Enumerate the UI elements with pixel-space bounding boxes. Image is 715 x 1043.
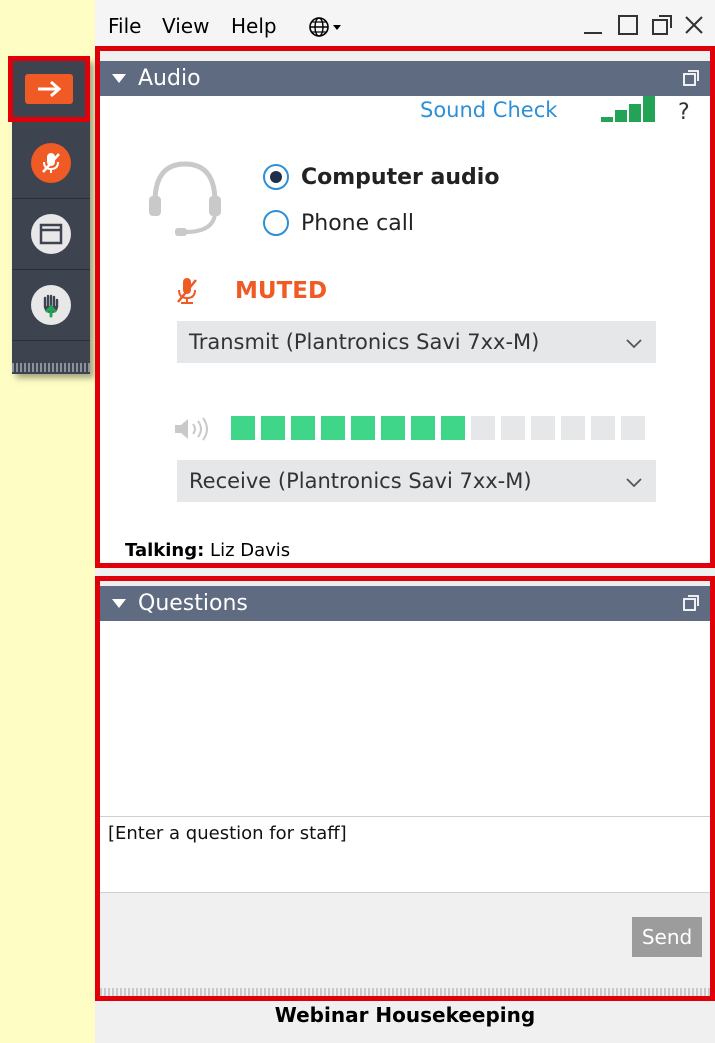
raise-hand-icon (31, 285, 71, 325)
window-icon (31, 214, 71, 254)
chevron-down-icon (626, 472, 642, 488)
menu-bar: File View Help (95, 0, 715, 46)
level-segment (381, 416, 405, 440)
level-segment (441, 416, 465, 440)
pop-out-icon[interactable] (651, 14, 673, 42)
audio-panel-title: Audio (138, 66, 201, 91)
muted-mic-icon (31, 143, 71, 183)
chevron-down-icon (626, 333, 642, 349)
mic-toggle-button[interactable] (12, 128, 90, 199)
control-panel-window: File View Help Audio Sound Check ? Compu… (95, 0, 715, 1043)
speaker-icon[interactable] (173, 416, 211, 446)
menu-file[interactable]: File (108, 14, 141, 38)
muted-mic-icon[interactable] (175, 276, 199, 310)
level-segment (471, 416, 495, 440)
transmit-device-value: Transmit (Plantronics Savi 7xx-M) (189, 330, 540, 354)
collapse-triangle-icon[interactable] (112, 74, 126, 83)
question-input-placeholder: [Enter a question for staff] (108, 823, 347, 844)
maximize-icon[interactable] (617, 14, 639, 42)
level-segment (531, 416, 555, 440)
receive-device-value: Receive (Plantronics Savi 7xx-M) (189, 469, 532, 493)
questions-panel-title: Questions (138, 591, 248, 616)
resize-grip[interactable] (100, 988, 710, 996)
sound-check-link[interactable]: Sound Check (420, 98, 557, 122)
radio-unselected[interactable] (263, 210, 289, 236)
show-control-panel-button[interactable] (8, 56, 90, 122)
signal-strength-icon (601, 96, 655, 122)
level-segment (501, 416, 525, 440)
talking-indicator: Talking: Liz Davis (125, 540, 290, 561)
level-segment (561, 416, 585, 440)
pop-out-panel-icon[interactable] (682, 68, 700, 86)
minimize-icon[interactable] (582, 14, 604, 42)
screen-view-button[interactable] (12, 199, 90, 270)
webinar-title: Webinar Housekeeping (274, 1003, 536, 1027)
phone-call-option[interactable]: Phone call (263, 210, 414, 236)
question-input[interactable]: [Enter a question for staff] (100, 816, 710, 892)
raise-hand-button[interactable] (12, 270, 90, 341)
radio-selected[interactable] (263, 164, 289, 190)
transmit-device-select[interactable]: Transmit (Plantronics Savi 7xx-M) (177, 321, 656, 363)
level-segment (261, 416, 285, 440)
level-segment (621, 416, 645, 440)
pop-out-panel-icon[interactable] (682, 593, 700, 611)
computer-audio-option[interactable]: Computer audio (263, 164, 499, 190)
level-segment (291, 416, 315, 440)
questions-panel: Questions [Enter a question for staff] S… (95, 576, 715, 1001)
talking-name: Liz Davis (210, 540, 291, 561)
language-globe-icon[interactable] (308, 16, 344, 42)
computer-audio-label: Computer audio (301, 164, 500, 190)
level-segment (411, 416, 435, 440)
menu-view[interactable]: View (162, 14, 209, 38)
help-question-mark[interactable]: ? (678, 100, 690, 125)
toolbar-grip-bottom[interactable] (12, 363, 90, 372)
audio-panel-header[interactable]: Audio (100, 61, 710, 96)
questions-panel-header[interactable]: Questions (100, 586, 710, 621)
phone-call-label: Phone call (301, 210, 414, 236)
level-segment (591, 416, 615, 440)
talking-label: Talking: (125, 540, 205, 561)
receive-device-select[interactable]: Receive (Plantronics Savi 7xx-M) (177, 460, 656, 502)
muted-status: MUTED (235, 278, 328, 304)
menu-help[interactable]: Help (231, 14, 277, 38)
level-segment (351, 416, 375, 440)
close-icon[interactable] (683, 14, 705, 42)
headset-icon (147, 158, 223, 244)
level-segment (231, 416, 255, 440)
arrow-right-icon (25, 74, 73, 104)
collapse-triangle-icon[interactable] (112, 599, 126, 608)
send-button[interactable]: Send (632, 917, 702, 957)
questions-footer: Send (100, 892, 710, 996)
level-segment (321, 416, 345, 440)
